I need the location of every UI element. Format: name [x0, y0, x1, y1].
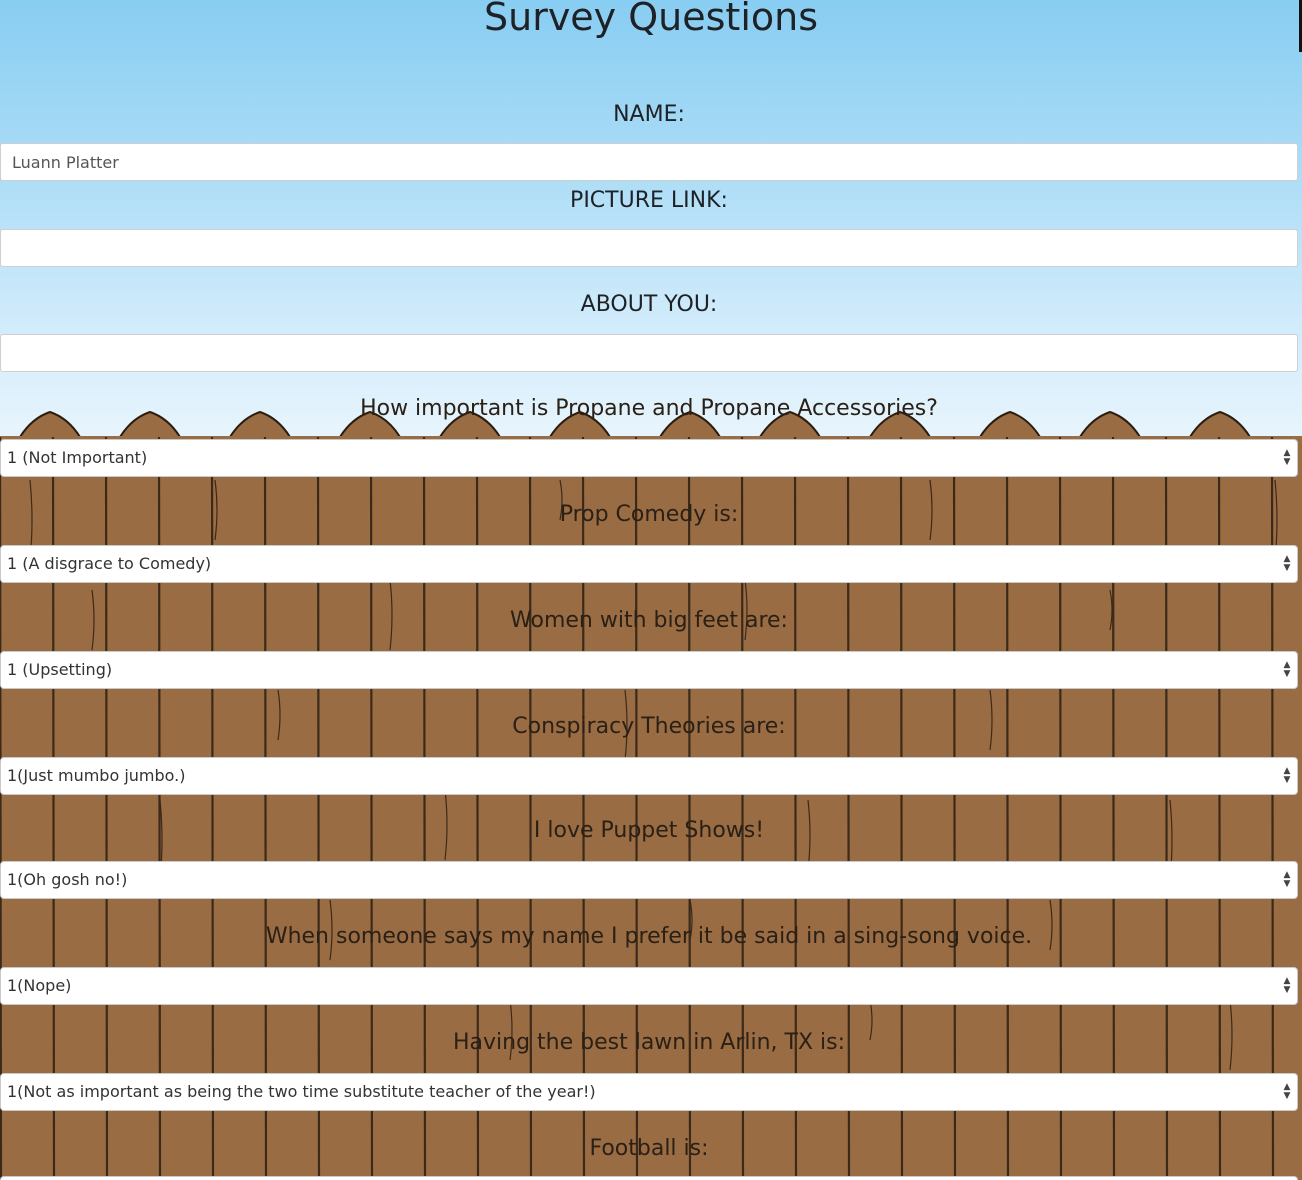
select-value: 1 (Not Important) — [7, 448, 148, 467]
survey-form: Survey Questions NAME: PICTURE LINK: ABO… — [0, 0, 1302, 1180]
name-input[interactable] — [0, 143, 1298, 181]
select-puppet-shows[interactable]: 1(Oh gosh no!) ▲ ▼ — [0, 861, 1298, 899]
select-value: 1(Just mumbo jumbo.) — [7, 766, 186, 785]
question-label-propane: How important is Propane and Propane Acc… — [360, 396, 938, 421]
select-value: 1 (A disgrace to Comedy) — [7, 554, 212, 573]
select-football[interactable] — [0, 1176, 1298, 1180]
up-down-caret-icon: ▲ ▼ — [1283, 660, 1291, 679]
select-value: 1(Nope) — [7, 976, 72, 995]
select-value: 1(Oh gosh no!) — [7, 870, 128, 889]
picture-link-input[interactable] — [0, 229, 1298, 267]
question-label-prop-comedy: Prop Comedy is: — [559, 502, 739, 527]
select-best-lawn[interactable]: 1(Not as important as being the two time… — [0, 1073, 1298, 1111]
picture-link-label: PICTURE LINK: — [570, 188, 728, 213]
page-title: Survey Questions — [483, 0, 819, 39]
question-label-sing-song: When someone says my name I prefer it be… — [265, 924, 1033, 949]
select-value: 1(Not as important as being the two time… — [7, 1082, 596, 1101]
about-you-input[interactable] — [0, 334, 1298, 372]
select-conspiracy[interactable]: 1(Just mumbo jumbo.) ▲ ▼ — [0, 757, 1298, 795]
question-label-puppet-shows: I love Puppet Shows! — [533, 818, 765, 843]
about-you-label: ABOUT YOU: — [580, 292, 718, 317]
select-prop-comedy[interactable]: 1 (A disgrace to Comedy) ▲ ▼ — [0, 545, 1298, 583]
up-down-caret-icon: ▲ ▼ — [1283, 870, 1291, 889]
question-label-best-lawn: Having the best lawn in Arlin, TX is: — [452, 1030, 846, 1055]
question-label-big-feet: Women with big feet are: — [510, 608, 788, 633]
up-down-caret-icon: ▲ ▼ — [1283, 1082, 1291, 1101]
select-value: 1 (Upsetting) — [7, 660, 113, 679]
question-label-football: Football is: — [589, 1136, 709, 1161]
name-label: NAME: — [613, 102, 685, 127]
select-big-feet[interactable]: 1 (Upsetting) ▲ ▼ — [0, 651, 1298, 689]
up-down-caret-icon: ▲ ▼ — [1283, 976, 1291, 995]
up-down-caret-icon: ▲ ▼ — [1283, 554, 1291, 573]
select-sing-song[interactable]: 1(Nope) ▲ ▼ — [0, 967, 1298, 1005]
select-propane[interactable]: 1 (Not Important) ▲ ▼ — [0, 439, 1298, 477]
up-down-caret-icon: ▲ ▼ — [1283, 766, 1291, 785]
up-down-caret-icon: ▲ ▼ — [1283, 448, 1291, 467]
question-label-conspiracy: Conspiracy Theories are: — [512, 714, 786, 739]
